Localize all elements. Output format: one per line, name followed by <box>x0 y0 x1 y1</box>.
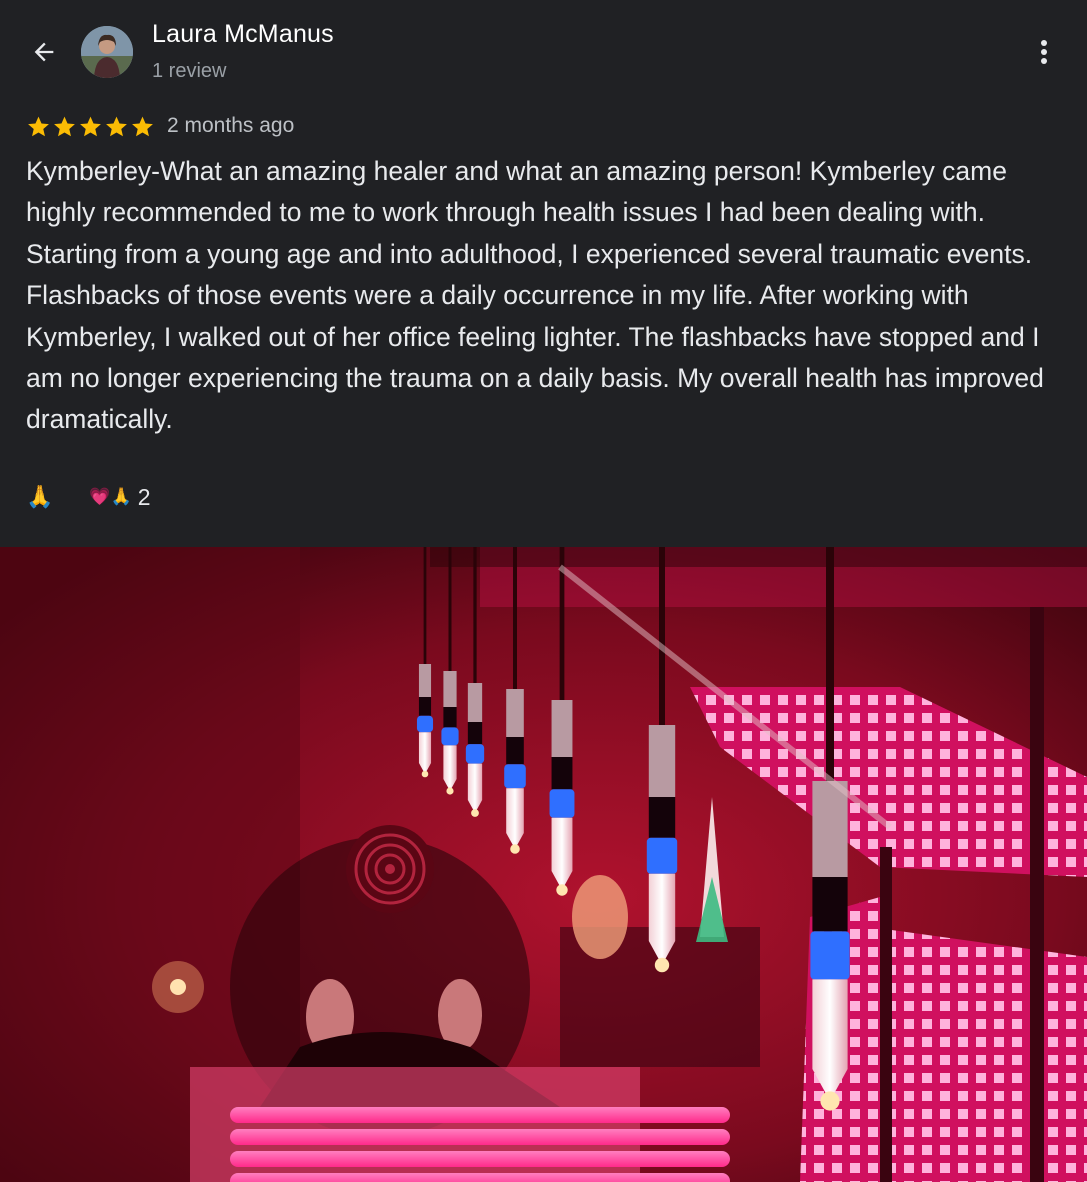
back-button[interactable] <box>22 30 66 74</box>
react-button[interactable]: 🙏 <box>26 484 53 510</box>
review-header: Laura McManus 1 review <box>0 0 1087 100</box>
star-icon <box>54 116 75 136</box>
star-icon <box>80 116 101 136</box>
heart-pray-icon: 💗🙏 <box>89 487 132 506</box>
pray-icon: 🙏 <box>26 484 54 509</box>
review-time: 2 months ago <box>167 114 295 137</box>
more-options-button[interactable] <box>1024 30 1064 74</box>
reactions-bar: 🙏 💗🙏 2 <box>26 478 151 516</box>
star-icon <box>106 116 127 136</box>
reaction-count: 2 <box>137 483 151 510</box>
review-photo[interactable] <box>0 547 1087 1182</box>
reaction-summary[interactable]: 💗🙏 2 <box>89 484 150 511</box>
review-detail-page: Laura McManus 1 review 2 months ago Kymb… <box>0 0 1087 1182</box>
star-icon <box>132 116 153 136</box>
rating-row: 2 months ago <box>26 110 294 142</box>
avatar-image <box>81 26 133 78</box>
star-rating <box>26 114 155 139</box>
more-vert-icon <box>1041 40 1047 64</box>
reviewer-name[interactable]: Laura McManus <box>152 20 334 49</box>
star-icon <box>28 116 49 136</box>
reviewer-review-count: 1 review <box>152 60 227 82</box>
avatar[interactable] <box>81 26 133 78</box>
arrow-left-icon <box>34 42 54 62</box>
review-photo-image <box>0 547 1087 1182</box>
review-text: Kymberley-What an amazing healer and wha… <box>26 156 1044 435</box>
